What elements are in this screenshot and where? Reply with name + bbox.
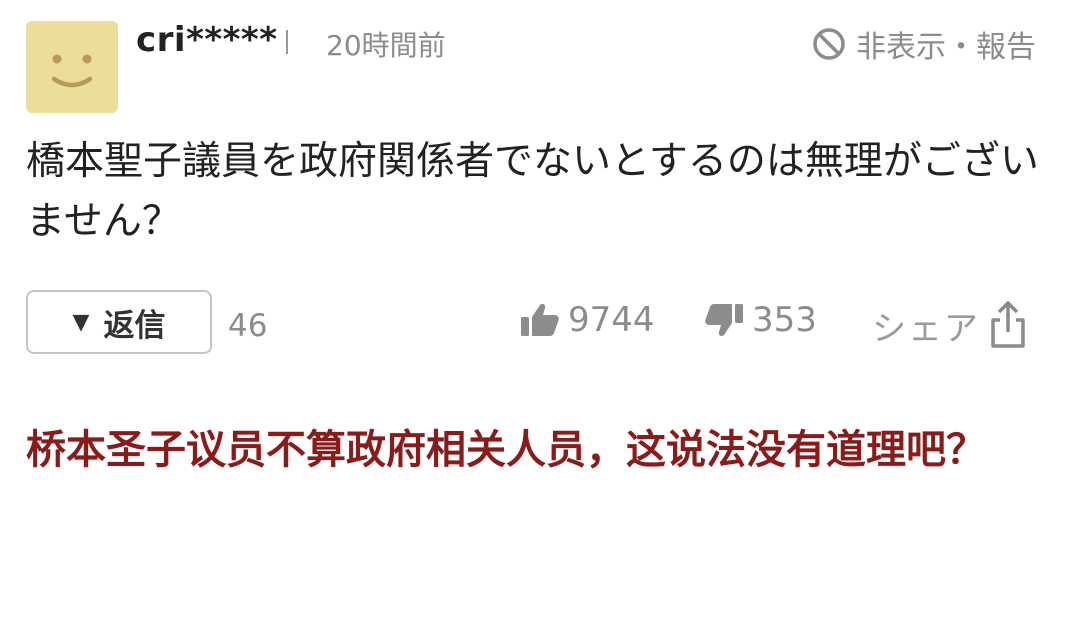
reply-count: 46 [228,308,268,344]
meta-separator [286,30,288,54]
reply-button[interactable]: ▼ 返信 [26,290,212,354]
smiley-face-icon [51,54,93,88]
prohibited-icon [813,28,845,60]
thumbs-down-icon [705,304,743,336]
like-button[interactable]: 9744 [520,300,655,340]
share-upload-icon [991,301,1025,348]
thumbs-up-icon [521,304,559,336]
username[interactable]: cri***** [136,20,277,60]
hide-report-button[interactable]: 非表示・報告 [812,22,1036,66]
reply-label: 返信 [103,307,166,344]
comment-timestamp: 20時間前 [326,29,446,62]
hide-report-label: 非表示・報告 [856,30,1036,65]
dislike-button[interactable]: 353 [704,300,817,340]
triangle-down-icon: ▼ [72,309,90,335]
share-label: シェア [872,308,980,349]
comment-body: 橋本聖子議員を政府関係者でないとするのは無理がございません？ [26,139,1039,244]
avatar [26,21,118,113]
like-count: 9744 [568,300,655,340]
chinese-translation: 桥本圣子议员不算政府相关人员，这说法没有道理吧？ [26,427,986,473]
dislike-count: 353 [752,300,817,340]
share-button[interactable]: シェア [872,300,1028,350]
